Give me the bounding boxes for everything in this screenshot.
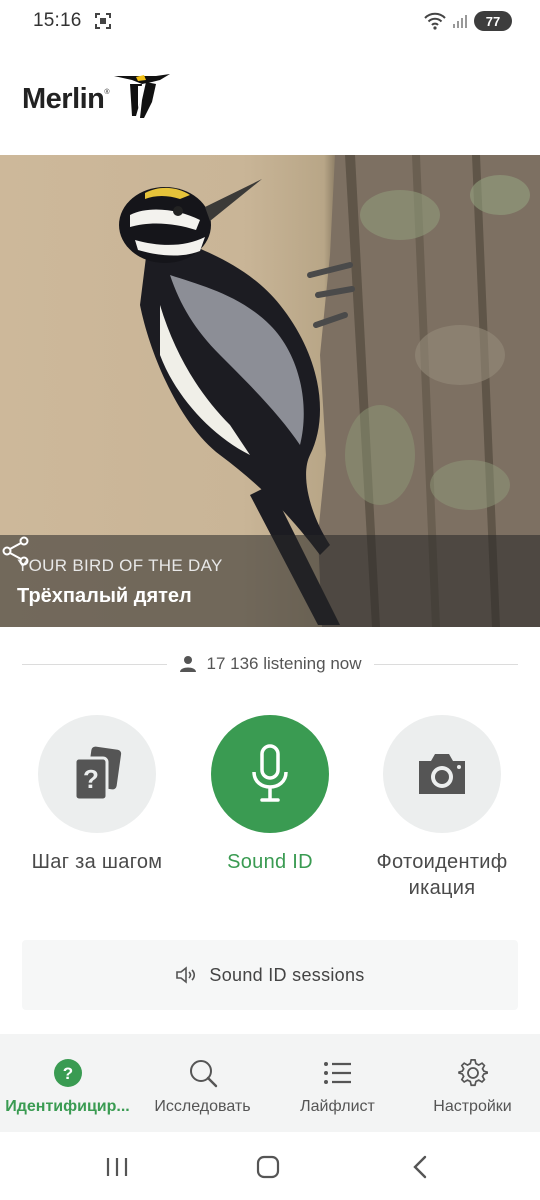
sound-id-circle[interactable]	[211, 715, 329, 833]
divider-left	[22, 663, 167, 665]
wifi-icon	[424, 12, 446, 30]
list-icon	[323, 1058, 353, 1088]
microphone-icon	[252, 744, 288, 802]
speaker-icon	[176, 966, 196, 984]
app-header: Merlin ®	[0, 42, 540, 155]
photo-id-button[interactable]: Фотоидентиф икация	[357, 715, 527, 901]
sound-id-label: Sound ID	[227, 851, 313, 873]
nav-explore-label: Исследовать	[154, 1098, 251, 1115]
step-by-step-label: Шаг за шагом	[31, 851, 163, 873]
question-cards-icon: ?	[73, 746, 122, 802]
status-icons: 77	[424, 11, 512, 31]
share-icon[interactable]	[0, 535, 32, 567]
bird-of-the-day-card[interactable]: YOUR BIRD OF THE DAY Трёхпалый дятел	[0, 155, 540, 627]
sessions-label: Sound ID sessions	[209, 964, 365, 985]
merlin-bird-logo-icon	[113, 74, 170, 118]
nav-lifelist[interactable]: Лайфлист	[270, 1034, 405, 1132]
nav-identify[interactable]: ? Идентифицир...	[0, 1034, 135, 1132]
nav-identify-label: Идентифицир...	[5, 1098, 130, 1115]
listening-text: 17 136 listening now	[206, 654, 362, 673]
sound-id-button[interactable]: Sound ID	[185, 715, 355, 875]
recent-apps-button[interactable]	[102, 1154, 132, 1180]
status-time: 15:16	[33, 10, 82, 31]
screenshot-icon	[94, 13, 111, 29]
logo-registered-mark: ®	[104, 89, 110, 96]
sound-id-sessions-button[interactable]: Sound ID sessions	[22, 940, 518, 1010]
svg-text:?: ?	[83, 764, 99, 794]
hero-caption: YOUR BIRD OF THE DAY Трёхпалый дятел	[0, 535, 540, 627]
photo-id-circle[interactable]	[383, 715, 501, 833]
back-button[interactable]	[405, 1154, 435, 1180]
nav-settings-label: Настройки	[433, 1098, 512, 1115]
bird-name: Трёхпалый дятел	[17, 585, 192, 607]
listening-now-row: 17 136 listening now	[22, 648, 519, 680]
bottom-navigation: ? Идентифицир... Исследовать Лайфлист На…	[0, 1034, 540, 1132]
status-bar: 15:16 77	[0, 0, 540, 42]
person-icon	[179, 656, 196, 672]
system-navigation-bar	[0, 1132, 540, 1200]
merlin-logo: Merlin ®	[22, 72, 172, 118]
gear-icon	[457, 1058, 488, 1088]
camera-icon	[419, 754, 465, 794]
nav-lifelist-label: Лайфлист	[300, 1098, 375, 1115]
back-icon	[413, 1155, 427, 1179]
battery-icon: 77	[474, 11, 512, 31]
listening-count: 17 136 listening now	[167, 654, 374, 674]
recent-apps-icon	[106, 1158, 128, 1176]
logo-text: Merlin	[22, 83, 105, 115]
nav-explore[interactable]: Исследовать	[135, 1034, 270, 1132]
signal-icon	[453, 15, 467, 28]
nav-settings[interactable]: Настройки	[405, 1034, 540, 1132]
home-button[interactable]	[253, 1154, 283, 1180]
svg-text:?: ?	[62, 1064, 72, 1083]
step-by-step-circle[interactable]: ?	[38, 715, 156, 833]
photo-id-label: Фотоидентиф икация	[376, 851, 508, 899]
hero-kicker: YOUR BIRD OF THE DAY	[17, 556, 223, 575]
identify-actions: ? Шаг за шагом Sound ID Фотоидентиф икац…	[0, 715, 540, 915]
divider-right	[373, 663, 519, 665]
help-circle-icon: ?	[53, 1058, 83, 1088]
step-by-step-button[interactable]: ? Шаг за шагом	[12, 715, 182, 875]
search-icon	[188, 1058, 218, 1088]
home-icon	[256, 1155, 280, 1179]
